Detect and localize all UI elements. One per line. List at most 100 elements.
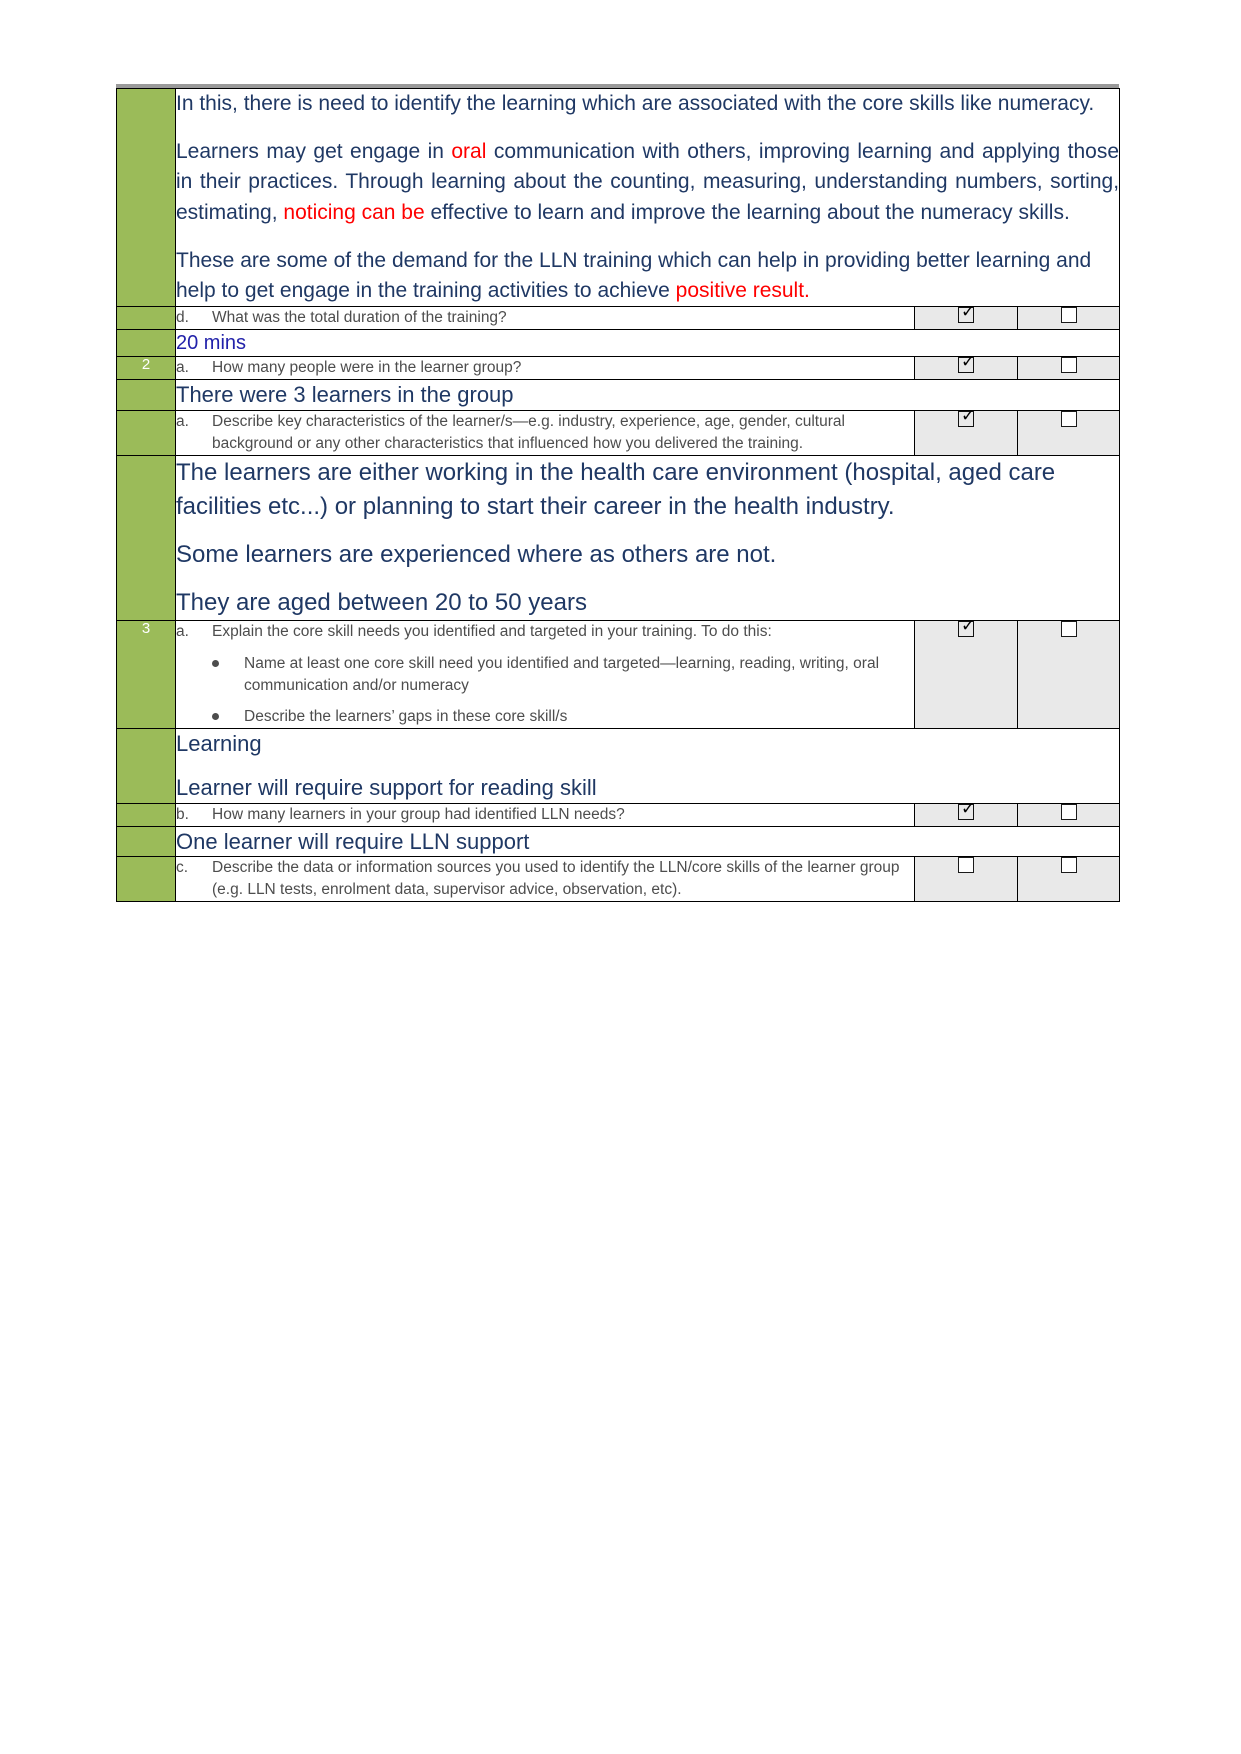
answer-text-learner-characteristics-2: Some learners are experienced where as o… bbox=[176, 541, 777, 569]
check-mark-icon: ✓ bbox=[961, 352, 976, 373]
checkbox-cell-left-2b[interactable]: ✓ bbox=[914, 406, 1018, 457]
row-number-cell bbox=[116, 329, 176, 358]
checkbox-unchecked-icon[interactable] bbox=[1060, 857, 1077, 874]
intro-answer-cell: In this, there is need to identify the l… bbox=[174, 87, 1121, 308]
answer-text-core-skill-1: Learning bbox=[176, 731, 262, 757]
row-number-cell-2: 2 bbox=[116, 356, 176, 381]
intro-p2-text-a: Learners may get engage in bbox=[176, 140, 452, 164]
question-cell-2a: a. How many people were in the learner gr… bbox=[175, 356, 915, 381]
checkbox-unchecked-icon[interactable] bbox=[1060, 411, 1077, 428]
assessment-table: In this, there is need to identify the l… bbox=[116, 87, 1121, 903]
row-number-cell bbox=[116, 306, 176, 331]
question-cell-3b: b. How many learners in your group had id… bbox=[175, 802, 915, 827]
question-cell-2b: a. Describe key characteristics of the le… bbox=[175, 410, 915, 457]
question-text-d: What was the total duration of the train… bbox=[212, 309, 507, 327]
checkbox-cell-left-2a[interactable]: ✓ bbox=[914, 352, 1018, 381]
question-label-3a: a. bbox=[176, 623, 189, 641]
question-cell-3c: c. Describe the data or information sourc… bbox=[175, 856, 915, 903]
question-text-2a: How many people were in the learner grou… bbox=[212, 359, 522, 377]
answer-text-learner-characteristics-3: They are aged between 20 to 50 years bbox=[176, 589, 587, 617]
row-number-cell bbox=[116, 410, 176, 457]
question-label-d: d. bbox=[176, 309, 189, 327]
intro-paragraph-1: In this, there is need to identify the l… bbox=[176, 92, 1095, 115]
question-text-3b: How many learners in your group had iden… bbox=[212, 805, 625, 823]
checkbox-cell-left-3a[interactable]: ✓ bbox=[914, 616, 1018, 730]
bullet-text: Describe the learners’ gaps in these cor… bbox=[244, 708, 568, 726]
intro-p2-text-c: effective to learn and improve the learn… bbox=[424, 200, 1070, 224]
table-row-question-d: d. What was the total duration of the tra… bbox=[116, 302, 1121, 331]
row-number-cell bbox=[116, 455, 176, 622]
intro-p3-text-a: These are some of the demand for the LLN… bbox=[176, 248, 1092, 303]
table-row-question-3b: b. How many learners in your group had id… bbox=[116, 798, 1121, 827]
row-number-cell bbox=[116, 856, 176, 903]
checkbox-cell-left-3c[interactable] bbox=[914, 856, 1018, 903]
question-cell-d: d. What was the total duration of the tra… bbox=[175, 306, 915, 331]
table-row-answer-3b: One learner will require LLN support bbox=[116, 825, 1121, 858]
intro-p2-highlight-noticing: noticing can be bbox=[283, 200, 425, 224]
check-mark-icon: ✓ bbox=[961, 302, 976, 323]
checkbox-cell-right-3b[interactable] bbox=[1016, 802, 1121, 827]
question-text-2b: Describe key characteristics of the lear… bbox=[212, 413, 845, 453]
checkbox-unchecked-icon[interactable] bbox=[1060, 357, 1077, 374]
question-text-3a: Explain the core skill needs you identif… bbox=[212, 623, 772, 641]
checkbox-cell-right-2b[interactable] bbox=[1016, 410, 1121, 457]
checkbox-cell-right-3c[interactable] bbox=[1016, 856, 1121, 903]
checkbox-cell-right-d[interactable] bbox=[1016, 306, 1121, 331]
bullet-dot-icon bbox=[212, 660, 219, 668]
checkbox-checked-icon[interactable]: ✓ bbox=[958, 302, 976, 324]
row-number-cell bbox=[116, 728, 176, 804]
answer-cell-d: 20 mins bbox=[174, 329, 1121, 358]
answer-cell-3a: Learning Learner will require support fo… bbox=[174, 728, 1121, 804]
checkbox-cell-right-2a[interactable] bbox=[1016, 356, 1121, 381]
answer-cell-2b: The learners are either working in the h… bbox=[174, 455, 1121, 622]
row-number-cell bbox=[116, 87, 176, 308]
answer-text-group-size: There were 3 learners in the group bbox=[176, 382, 514, 408]
answer-text-lln-support: One learner will require LLN support bbox=[176, 828, 530, 854]
checkbox-checked-icon[interactable]: ✓ bbox=[958, 352, 976, 374]
check-mark-icon: ✓ bbox=[961, 406, 976, 427]
checkbox-cell-left-3b[interactable]: ✓ bbox=[914, 798, 1018, 827]
document-page: In this, there is need to identify the l… bbox=[0, 0, 1241, 1754]
checkbox-unchecked-icon[interactable] bbox=[1060, 803, 1077, 820]
row-number-cell bbox=[116, 802, 176, 827]
answer-cell-2a: There were 3 learners in the group bbox=[174, 379, 1121, 412]
checkbox-checked-icon[interactable]: ✓ bbox=[958, 798, 976, 820]
table-row-answer-2b: The learners are either working in the h… bbox=[116, 455, 1121, 622]
table-row-question-3a: 3 a. Explain the core skill needs you ide… bbox=[116, 616, 1121, 730]
row-number-cell bbox=[116, 379, 176, 412]
answer-text-core-skill-2: Learner will require support for reading… bbox=[176, 775, 597, 801]
checkbox-unchecked-icon[interactable] bbox=[958, 857, 974, 874]
question-bullet-list-3a: Name at least one core skill need you id… bbox=[176, 653, 914, 728]
bullet-text: Name at least one core skill need you id… bbox=[244, 655, 880, 695]
checkbox-unchecked-icon[interactable] bbox=[1060, 307, 1077, 324]
checkbox-cell-left-d[interactable]: ✓ bbox=[914, 302, 1018, 331]
intro-p3-highlight-result: positive result. bbox=[675, 279, 810, 303]
intro-paragraph-2: Learners may get engage in oral communic… bbox=[176, 137, 1119, 228]
row-number-cell bbox=[116, 825, 176, 858]
question-label-3b: b. bbox=[176, 805, 189, 823]
question-label-2a: a. bbox=[176, 359, 189, 377]
answer-text-duration: 20 mins bbox=[176, 332, 247, 355]
check-mark-icon: ✓ bbox=[961, 798, 976, 819]
table-row-question-2b: a. Describe key characteristics of the le… bbox=[116, 406, 1121, 457]
table-row-answer-3a: Learning Learner will require support fo… bbox=[116, 728, 1121, 804]
checkbox-checked-icon[interactable]: ✓ bbox=[958, 616, 976, 638]
list-item: Describe the learners’ gaps in these cor… bbox=[212, 706, 914, 728]
row-number-cell-3: 3 bbox=[116, 620, 176, 730]
question-label-2b: a. bbox=[176, 413, 189, 431]
intro-p2-highlight-oral: oral bbox=[451, 140, 487, 164]
bullet-dot-icon bbox=[212, 713, 219, 721]
table-row-intro: In this, there is need to identify the l… bbox=[116, 87, 1121, 308]
question-text-3c: Describe the data or information sources… bbox=[212, 859, 900, 899]
checkbox-checked-icon[interactable]: ✓ bbox=[958, 406, 976, 428]
table-row-question-3c: c. Describe the data or information sourc… bbox=[116, 856, 1121, 903]
checkbox-unchecked-icon[interactable] bbox=[1060, 621, 1077, 638]
checkbox-cell-right-3a[interactable] bbox=[1016, 620, 1121, 730]
check-mark-icon: ✓ bbox=[961, 616, 976, 637]
intro-paragraph-3: These are some of the demand for the LLN… bbox=[176, 246, 1119, 306]
list-item: Name at least one core skill need you id… bbox=[212, 653, 914, 697]
answer-text-learner-characteristics-1: The learners are either working in the h… bbox=[176, 459, 1056, 521]
answer-cell-3b: One learner will require LLN support bbox=[174, 825, 1121, 858]
question-label-3c: c. bbox=[176, 859, 189, 877]
table-row-question-2a: 2 a. How many people were in the learner … bbox=[116, 352, 1121, 381]
